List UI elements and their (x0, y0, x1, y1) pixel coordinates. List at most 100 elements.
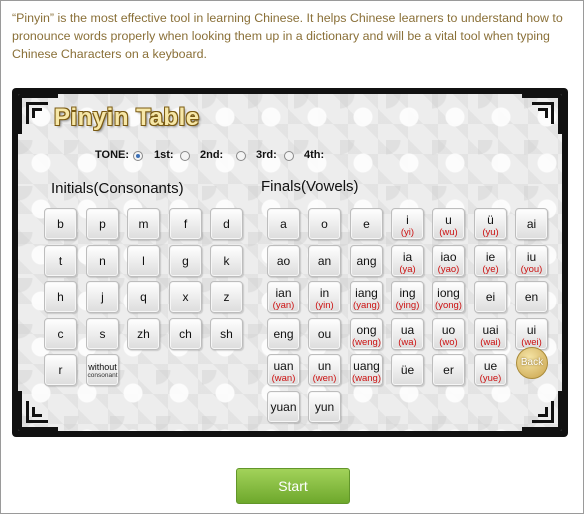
back-button[interactable]: Back (516, 347, 548, 379)
final-key-uan[interactable]: uan (wan) (267, 354, 300, 386)
initial-key-z[interactable]: z (210, 281, 243, 313)
final-key-alt-spelling: (yan) (272, 300, 295, 311)
final-key-ong[interactable]: ong (weng) (350, 318, 383, 350)
initial-key-s[interactable]: s (86, 318, 119, 350)
initial-key-q[interactable]: q (127, 281, 160, 313)
final-key-ao[interactable]: ao (267, 245, 300, 277)
initial-key-t[interactable]: t (44, 245, 77, 277)
tone-radio-3rd[interactable] (284, 151, 294, 161)
final-key-e[interactable]: e (350, 208, 383, 240)
final-key-üe[interactable]: üe (391, 354, 424, 386)
final-key-label: uai (482, 323, 499, 337)
initial-key-h[interactable]: h (44, 281, 77, 313)
initial-key-j[interactable]: j (86, 281, 119, 313)
initial-key-x[interactable]: x (169, 281, 202, 313)
final-key-an[interactable]: an (308, 245, 341, 277)
final-key-uo[interactable]: uo (wo) (432, 318, 465, 350)
final-key-ei[interactable]: ei (474, 281, 507, 313)
final-key-er[interactable]: er (432, 354, 465, 386)
final-key-iu[interactable]: iu (you) (515, 245, 548, 277)
final-key-ue[interactable]: ue (yue) (474, 354, 507, 386)
final-key-label: ia (402, 250, 413, 264)
final-key-alt-spelling: (wai) (480, 337, 501, 348)
tone-radio-2nd[interactable] (236, 151, 246, 161)
pinyin-table-title: Pinyin Table (54, 104, 200, 131)
final-key-uang[interactable]: uang (wang) (350, 354, 383, 386)
final-key-label: un (317, 359, 332, 373)
final-key-iang[interactable]: iang (yang) (350, 281, 383, 313)
initial-key-d[interactable]: d (210, 208, 243, 240)
final-key-ou[interactable]: ou (308, 318, 341, 350)
final-key-uai[interactable]: uai (wai) (474, 318, 507, 350)
initial-key-m[interactable]: m (127, 208, 160, 240)
final-key-ing[interactable]: ing (ying) (391, 281, 424, 313)
final-key-yun[interactable]: yun (308, 391, 341, 423)
final-key-i[interactable]: i (yi) (391, 208, 424, 240)
final-key-ia[interactable]: ia (ya) (391, 245, 424, 277)
final-key-yuan[interactable]: yuan (267, 391, 300, 423)
final-key-alt-spelling: (wang) (351, 373, 382, 384)
final-key-label: ian (275, 286, 292, 300)
initial-key-r[interactable]: r (44, 354, 77, 386)
tone-radio-none[interactable] (133, 151, 143, 161)
final-key-label: iao (440, 250, 457, 264)
final-key-label: ei (485, 290, 496, 304)
initial-key-label: ch (179, 327, 192, 341)
final-key-eng[interactable]: eng (267, 318, 300, 350)
final-key-label: iong (437, 286, 460, 300)
corner-ornament-icon (18, 391, 58, 431)
initial-key-label: h (57, 290, 64, 304)
initial-key-f[interactable]: f (169, 208, 202, 240)
initial-key-label: q (140, 290, 147, 304)
tone-radio-1st[interactable] (180, 151, 190, 161)
final-key-en[interactable]: en (515, 281, 548, 313)
initial-key-label: r (58, 363, 63, 377)
final-key-in[interactable]: in (yin) (308, 281, 341, 313)
final-key-alt-spelling: (yue) (479, 373, 502, 384)
initial-key-k[interactable]: k (210, 245, 243, 277)
initial-key-sh[interactable]: sh (210, 318, 243, 350)
pinyin-panel: Pinyin Table TONE: 1st: 2nd: 3rd: 4th: I… (18, 94, 562, 431)
initial-key-g[interactable]: g (169, 245, 202, 277)
final-key-label: o (321, 217, 328, 231)
initial-key-l[interactable]: l (127, 245, 160, 277)
final-key-ua[interactable]: ua (wa) (391, 318, 424, 350)
final-key-ian[interactable]: ian (yan) (267, 281, 300, 313)
final-key-alt-spelling: (ya) (399, 264, 416, 275)
final-key-alt-spelling: (wo) (439, 337, 458, 348)
final-key-un[interactable]: un (wen) (308, 354, 341, 386)
initial-key-sublabel: consonant (87, 372, 118, 379)
pinyin-board: Pinyin Table TONE: 1st: 2nd: 3rd: 4th: I… (12, 88, 568, 437)
initial-key-n[interactable]: n (86, 245, 119, 277)
tone-3rd-label: 3rd: (256, 149, 277, 161)
final-key-alt-spelling: (wen) (312, 373, 337, 384)
final-key-label: a (280, 217, 287, 231)
initial-key-b[interactable]: b (44, 208, 77, 240)
final-key-label: an (317, 254, 332, 268)
final-key-ang[interactable]: ang (350, 245, 383, 277)
final-key-o[interactable]: o (308, 208, 341, 240)
final-key-ie[interactable]: ie (ye) (474, 245, 507, 277)
start-button[interactable]: Start (236, 468, 350, 504)
initial-key-label: n (99, 254, 106, 268)
final-key-iong[interactable]: iong (yong) (432, 281, 465, 313)
initials-heading: Initials(Consonants) (51, 180, 184, 197)
final-key-u[interactable]: u (wu) (432, 208, 465, 240)
final-key-ai[interactable]: ai (515, 208, 548, 240)
final-key-label: uan (273, 359, 294, 373)
initial-key-without-consonant[interactable]: without consonant (86, 354, 119, 386)
initial-key-p[interactable]: p (86, 208, 119, 240)
final-key-label: eng (273, 327, 294, 341)
final-key-alt-spelling: (wan) (271, 373, 296, 384)
initial-key-zh[interactable]: zh (127, 318, 160, 350)
final-key-ui[interactable]: ui (wei) (515, 318, 548, 350)
final-key-label: e (363, 217, 370, 231)
initial-key-c[interactable]: c (44, 318, 77, 350)
final-key-label: ai (526, 217, 537, 231)
final-key-iao[interactable]: iao (yao) (432, 245, 465, 277)
final-key-label: i (406, 213, 409, 227)
initial-key-ch[interactable]: ch (169, 318, 202, 350)
initial-key-label: b (57, 217, 64, 231)
final-key-a[interactable]: a (267, 208, 300, 240)
final-key-ü[interactable]: ü (yu) (474, 208, 507, 240)
